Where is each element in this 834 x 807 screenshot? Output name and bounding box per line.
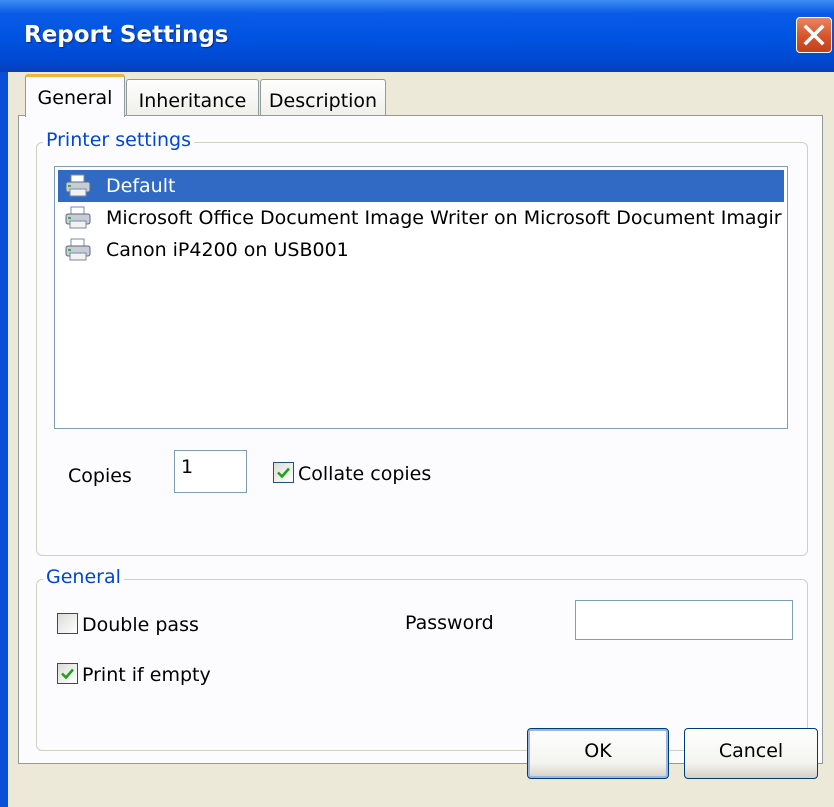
- title-bar[interactable]: Report Settings: [0, 0, 834, 72]
- tab-general-label: General: [37, 87, 113, 109]
- printer-icon: [65, 238, 91, 261]
- password-label: Password: [405, 612, 494, 634]
- copies-input[interactable]: 1: [174, 450, 247, 493]
- tab-general[interactable]: General: [25, 74, 125, 117]
- cancel-button[interactable]: Cancel: [684, 728, 818, 779]
- print-if-empty-checkbox[interactable]: [57, 663, 78, 684]
- tab-description-label: Description: [268, 90, 378, 112]
- printer-icon: [65, 174, 91, 197]
- check-mark-icon: [61, 668, 74, 680]
- printer-item-ms-image-writer[interactable]: Microsoft Office Document Image Writer o…: [58, 202, 784, 234]
- printer-name: Microsoft Office Document Image Writer o…: [106, 207, 782, 229]
- ok-button-label: OK: [584, 740, 612, 762]
- copies-label: Copies: [68, 465, 132, 487]
- printer-item-canon[interactable]: Canon iP4200 on USB001: [58, 234, 784, 266]
- printer-icon: [65, 206, 91, 229]
- printer-settings-legend: Printer settings: [43, 129, 195, 151]
- printer-item-default[interactable]: Default: [58, 170, 784, 202]
- double-pass-checkbox[interactable]: [57, 613, 78, 634]
- collate-copies-label[interactable]: Collate copies: [298, 463, 431, 485]
- double-pass-label[interactable]: Double pass: [82, 614, 199, 636]
- close-icon: [803, 24, 825, 46]
- check-mark-icon: [277, 467, 290, 479]
- report-settings-window: Report Settings General Inheritance Desc…: [0, 0, 834, 807]
- tab-description[interactable]: Description: [260, 79, 386, 115]
- password-input[interactable]: [575, 600, 793, 640]
- printer-name: Canon iP4200 on USB001: [106, 239, 349, 261]
- close-button[interactable]: [796, 17, 832, 53]
- window-title: Report Settings: [24, 22, 229, 48]
- cancel-button-label: Cancel: [718, 740, 784, 762]
- printer-settings-group: Printer settings Default Microsoft Offic…: [36, 129, 808, 556]
- ok-button[interactable]: OK: [527, 728, 669, 779]
- dialog-client-area: General Inheritance Description Printer …: [8, 72, 834, 807]
- printer-name: Default: [106, 175, 176, 197]
- print-if-empty-label[interactable]: Print if empty: [82, 664, 211, 686]
- tab-panel-general: Printer settings Default Microsoft Offic…: [18, 115, 823, 764]
- general-group: General Double pass Print if empty Passw…: [36, 566, 808, 751]
- tab-inheritance-label: Inheritance: [138, 90, 247, 112]
- tab-inheritance[interactable]: Inheritance: [126, 79, 259, 115]
- general-legend: General: [43, 566, 124, 588]
- collate-copies-checkbox[interactable]: [273, 462, 294, 483]
- printer-list[interactable]: Default Microsoft Office Document Image …: [54, 166, 788, 429]
